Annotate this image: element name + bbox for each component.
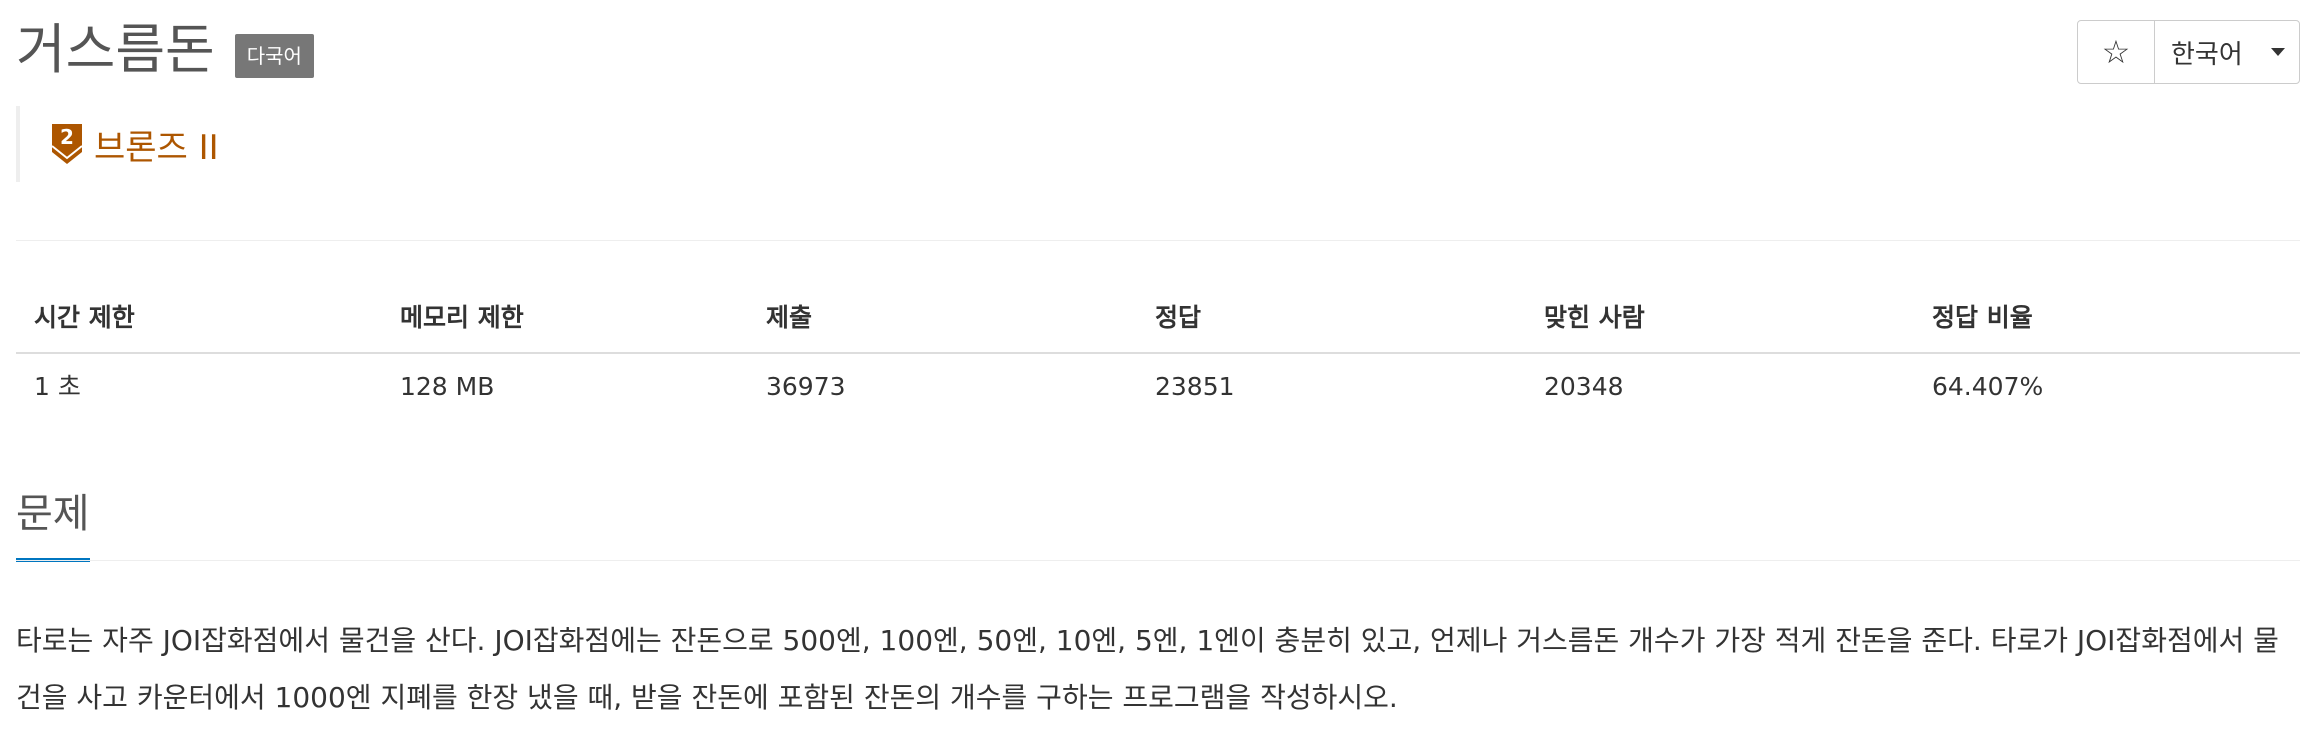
problem-title: 거스름돈 xyxy=(16,18,215,81)
divider xyxy=(16,240,2300,241)
value-time-limit: 1 초 xyxy=(34,372,81,401)
table-header-row: 시간 제한 메모리 제한 제출 정답 맞힌 사람 정답 비율 xyxy=(16,284,2300,354)
value-accepted[interactable]: 23851 xyxy=(1137,354,1526,420)
favorite-star-button[interactable]: ☆ xyxy=(2078,21,2155,83)
value-memory-limit: 128 MB xyxy=(400,372,495,401)
problem-description: 타로는 자주 JOI잡화점에서 물건을 산다. JOI잡화점에는 잔돈으로 50… xyxy=(16,624,2279,714)
problem-header: 거스름돈 다국어 xyxy=(16,12,314,88)
value-solvers[interactable]: 20348 xyxy=(1526,354,1914,420)
tier-level-number: 2 xyxy=(60,125,74,149)
multi-language-badge: 다국어 xyxy=(234,34,314,78)
table-row: 1 초 128 MB 36973 23851 20348 64.407% xyxy=(16,354,2300,420)
tier-label: 브론즈 II xyxy=(94,127,219,168)
value-submissions[interactable]: 36973 xyxy=(748,354,1137,420)
problem-section-header: 문제 xyxy=(16,484,90,562)
bronze-tier-icon: 2 xyxy=(51,124,83,164)
header-submissions: 제출 xyxy=(766,303,813,332)
caret-down-icon xyxy=(2270,48,2285,56)
language-dropdown[interactable]: 한국어 xyxy=(2155,21,2299,83)
header-controls: ☆ 한국어 xyxy=(2077,20,2300,84)
section-title: 문제 xyxy=(16,484,90,562)
problem-info-table: 시간 제한 메모리 제한 제출 정답 맞힌 사람 정답 비율 1 초 128 M… xyxy=(16,284,2300,420)
language-label: 한국어 xyxy=(2171,39,2243,70)
header-accepted-ratio: 정답 비율 xyxy=(1932,303,2033,332)
star-icon: ☆ xyxy=(2101,33,2131,71)
header-accepted: 정답 xyxy=(1155,303,1202,332)
section-divider xyxy=(16,560,2300,561)
header-time-limit: 시간 제한 xyxy=(34,303,135,332)
value-accepted-ratio: 64.407% xyxy=(1932,372,2044,401)
tier-indicator[interactable]: 2 브론즈 II xyxy=(16,106,219,182)
header-memory-limit: 메모리 제한 xyxy=(400,303,524,332)
header-solvers: 맞힌 사람 xyxy=(1544,303,1645,332)
